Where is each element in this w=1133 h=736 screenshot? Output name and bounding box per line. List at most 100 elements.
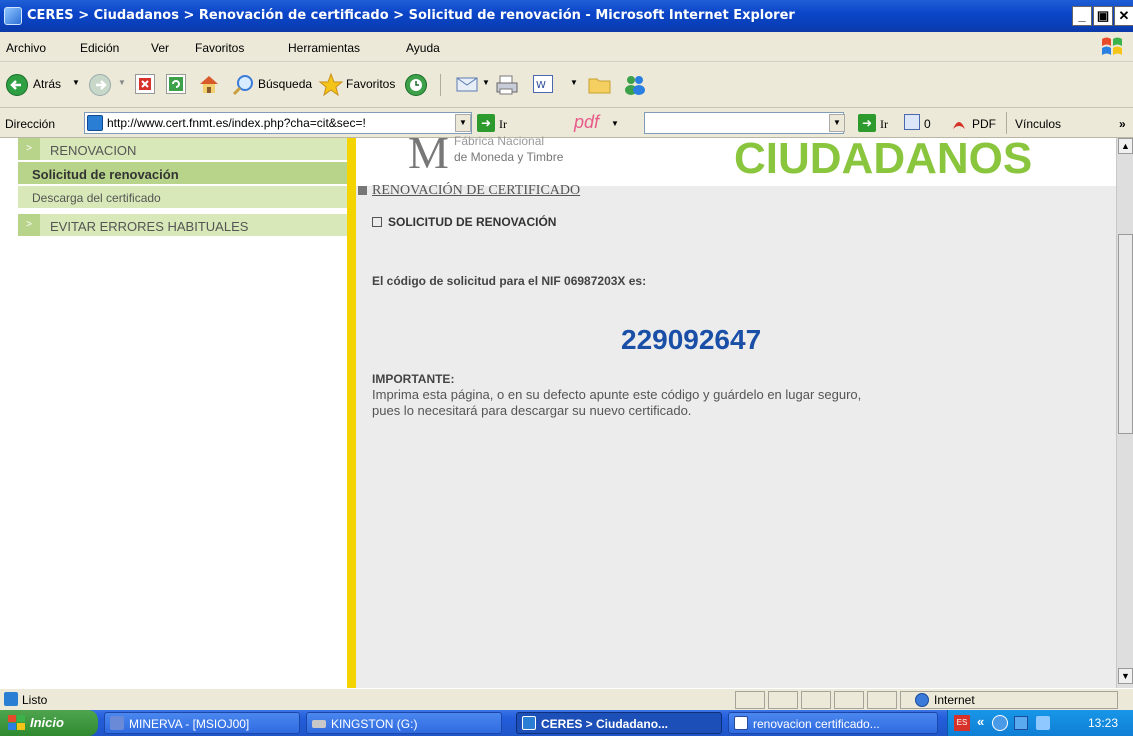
counter-value: 0: [924, 117, 931, 131]
start-button[interactable]: Inicio: [0, 710, 98, 736]
scroll-down-icon[interactable]: ▼: [1118, 668, 1133, 684]
usb-icon[interactable]: [1036, 716, 1050, 730]
nav-bullet-icon: >: [18, 138, 40, 160]
windows-logo-icon: [8, 715, 25, 730]
edit-dropdown-icon[interactable]: ▼: [570, 78, 578, 87]
messenger-icon[interactable]: [622, 73, 648, 97]
language-icon[interactable]: ES: [954, 715, 970, 731]
page-icon: [87, 115, 103, 131]
windows-taskbar: Inicio MINERVA - [MSIOJ00] KINGSTON (G:)…: [0, 710, 1133, 736]
go-arrow-icon[interactable]: ➜: [477, 114, 495, 132]
checkbox-arrow-icon: [372, 217, 382, 227]
nav-item-solicitud-renovacion[interactable]: Solicitud de renovación: [18, 162, 347, 184]
important-line-1: Imprima esta página, o en su defecto apu…: [372, 387, 862, 402]
favorites-star-icon[interactable]: [318, 72, 344, 98]
refresh-icon[interactable]: [166, 74, 186, 94]
vertical-scrollbar[interactable]: ▲ ▼: [1116, 138, 1133, 688]
minimize-button[interactable]: _: [1072, 6, 1092, 26]
standard-toolbar: Atrás ▼ ▼ Búsqueda Favoritos ▼ W ▼: [0, 62, 1133, 108]
task-minerva[interactable]: MINERVA - [MSIOJ00]: [104, 712, 300, 734]
back-button-label[interactable]: Atrás: [33, 77, 61, 91]
pdf-button-label[interactable]: PDF: [972, 117, 996, 131]
page-subtitle: SOLICITUD DE RENOVACIÓN: [388, 215, 557, 229]
window-title: CERES > Ciudadanos > Renovación de certi…: [27, 8, 795, 23]
search-icon[interactable]: [231, 73, 255, 97]
search-button-label[interactable]: Búsqueda: [258, 77, 312, 91]
menu-ayuda[interactable]: Ayuda: [406, 41, 440, 55]
more-links-icon[interactable]: »: [1119, 117, 1126, 131]
pdf-dropdown-icon[interactable]: ▼: [611, 119, 619, 128]
mail-icon[interactable]: [456, 75, 480, 93]
menu-archivo[interactable]: Archivo: [6, 41, 46, 55]
nav-item-label: EVITAR ERRORES HABITUALES: [50, 219, 249, 234]
scroll-up-icon[interactable]: ▲: [1118, 138, 1133, 154]
status-text: Listo: [22, 693, 48, 707]
mail-dropdown-icon[interactable]: ▼: [482, 78, 490, 87]
zone-text: Internet: [934, 693, 975, 707]
url-text[interactable]: http://www.cert.fnmt.es/index.php?cha=ci…: [107, 116, 453, 130]
scroll-thumb[interactable]: [1118, 234, 1133, 434]
nav-item-label: RENOVACION: [50, 143, 137, 158]
menu-bar: Archivo Edición Ver Favoritos Herramient…: [0, 32, 1133, 62]
menu-favoritos[interactable]: Favoritos: [195, 41, 244, 55]
url-dropdown-icon[interactable]: ▼: [455, 114, 471, 132]
folder-icon[interactable]: [588, 75, 612, 95]
system-tray: ES « 13:23: [947, 710, 1133, 736]
pdf-field-dropdown-icon[interactable]: ▼: [829, 114, 845, 132]
task-kingston[interactable]: KINGSTON (G:): [306, 712, 502, 734]
forward-dropdown-icon[interactable]: ▼: [118, 78, 126, 87]
close-button[interactable]: ✕: [1114, 6, 1133, 26]
status-bar: Listo Internet: [0, 688, 1133, 710]
zone-panel: [900, 691, 1118, 709]
breadcrumb-link[interactable]: RENOVACIÓN DE CERTIFICADO: [372, 183, 580, 199]
forward-arrow-icon[interactable]: [89, 74, 111, 96]
task-label: KINGSTON (G:): [331, 717, 418, 731]
nav-item-label: Solicitud de renovación: [32, 167, 179, 182]
nav-item-descarga-certificado[interactable]: Descarga del certificado: [18, 186, 347, 208]
links-label[interactable]: Vínculos: [1015, 117, 1061, 131]
monitor-icon[interactable]: [1014, 716, 1028, 730]
pdf-logo: pdf: [574, 112, 600, 132]
word-edit-icon[interactable]: W: [533, 75, 553, 93]
page-header: M Fábrica Nacional de Moneda y Timbre CI…: [356, 127, 1116, 186]
go-button-label[interactable]: Ir: [499, 117, 507, 132]
back-arrow-icon[interactable]: [6, 74, 28, 96]
stop-icon[interactable]: [135, 74, 155, 94]
print-icon[interactable]: [495, 74, 519, 96]
breadcrumb-bullet-icon: [358, 186, 367, 195]
nav-item-evitar-errores[interactable]: > EVITAR ERRORES HABITUALES: [18, 214, 347, 236]
toolbar-separator: [440, 74, 441, 96]
internet-globe-icon: [915, 693, 929, 707]
task-word-doc[interactable]: renovacion certificado...: [728, 712, 938, 734]
task-ceres[interactable]: CERES > Ciudadano...: [516, 712, 722, 734]
ie-task-icon: [522, 716, 536, 730]
start-label: Inicio: [30, 715, 64, 730]
go2-arrow-icon[interactable]: ➜: [858, 114, 876, 132]
nav-bullet-icon: >: [18, 214, 40, 236]
pdf-acrobat-icon[interactable]: [950, 113, 968, 131]
maximize-button[interactable]: ▣: [1093, 6, 1113, 26]
pdf-search-field[interactable]: [644, 112, 844, 134]
nav-item-renovacion[interactable]: > RENOVACION: [18, 138, 347, 160]
request-code: 229092647: [621, 324, 762, 355]
clock: 13:23: [1088, 716, 1119, 730]
home-icon[interactable]: [197, 72, 221, 96]
browser-viewport: > RENOVACION Solicitud de renovación Des…: [0, 127, 1133, 688]
history-icon[interactable]: [405, 74, 427, 96]
windows-flag-icon: [1102, 37, 1122, 55]
favorites-button-label[interactable]: Favoritos: [346, 77, 395, 91]
back-dropdown-icon[interactable]: ▼: [72, 78, 80, 87]
yellow-divider: [347, 138, 356, 688]
left-navigation: > RENOVACION Solicitud de renovación Des…: [0, 138, 347, 688]
tray-expand-icon[interactable]: «: [977, 714, 984, 729]
window-title-bar[interactable]: CERES > Ciudadanos > Renovación de certi…: [0, 0, 1133, 32]
address-label: Dirección: [5, 117, 56, 131]
menu-ver[interactable]: Ver: [151, 41, 169, 55]
fnmt-logo: M: [408, 127, 449, 178]
go2-button-label[interactable]: Ir: [880, 117, 888, 132]
drive-icon: [312, 720, 326, 728]
counter-icon[interactable]: [904, 114, 920, 130]
menu-herramientas[interactable]: Herramientas: [288, 41, 360, 55]
menu-edicion[interactable]: Edición: [80, 41, 119, 55]
network-icon[interactable]: [992, 715, 1008, 731]
